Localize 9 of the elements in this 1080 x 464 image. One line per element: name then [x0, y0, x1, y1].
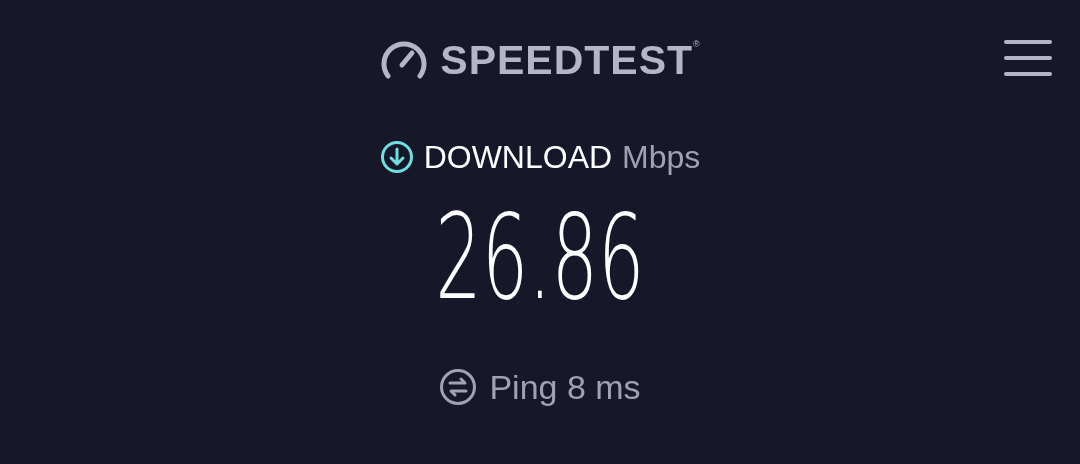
app-title: SPEEDTEST	[440, 39, 694, 81]
ping-icon	[439, 368, 478, 406]
trademark: ®	[693, 39, 700, 49]
unit-label: Mbps	[622, 141, 701, 173]
ping-label: Ping 8 ms	[489, 370, 641, 404]
download-icon	[379, 140, 414, 174]
download-label: DOWNLOAD	[423, 141, 613, 173]
speed-value: 26.86	[435, 198, 645, 316]
menu-button[interactable]	[1004, 40, 1052, 76]
